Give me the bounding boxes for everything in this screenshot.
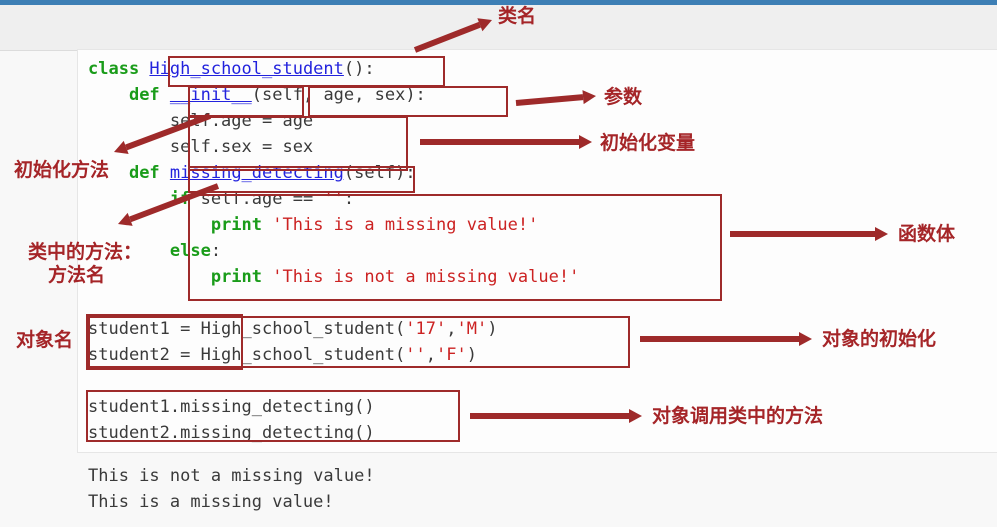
- line-print-missing: print 'This is a missing value!': [88, 212, 579, 238]
- line-call-2: student2.missing_detecting(): [88, 420, 579, 446]
- code-token: self.sex = sex: [88, 137, 314, 157]
- label-object-name: 对象名: [16, 329, 74, 351]
- code-token: student1.missing_detecting(): [88, 397, 375, 417]
- code-token: student2 = High_school_student(: [88, 345, 406, 365]
- code-token: ,: [425, 345, 437, 365]
- code-token: def: [128, 163, 170, 183]
- code-token: 'F': [436, 345, 467, 365]
- line-blank-1: [88, 290, 579, 316]
- line-self-sex: self.sex = sex: [88, 134, 579, 160]
- label-class-name: 类名: [498, 5, 537, 27]
- code-token: class: [88, 59, 150, 79]
- label-parameters: 参数: [604, 86, 643, 108]
- code-token: def: [128, 85, 170, 105]
- code-token: '': [323, 189, 344, 209]
- code-token: High_school_student: [149, 59, 344, 79]
- output-line-1: This is not a missing value!: [88, 466, 375, 486]
- code-token: print: [210, 267, 263, 287]
- code-token: (self, age, sex):: [251, 85, 426, 105]
- code-token: (self):: [343, 163, 416, 183]
- code-token: 'M': [456, 319, 488, 339]
- label-object-call: 对象调用类中的方法: [652, 405, 824, 427]
- line-print-not-missing: print 'This is not a missing value!': [88, 264, 579, 290]
- line-blank-2: [88, 368, 579, 394]
- code-token: '': [405, 345, 426, 365]
- code-token: 'This is not a missing value!': [272, 267, 580, 287]
- code-token: student2.missing_detecting(): [88, 423, 375, 443]
- label-init-method: 初始化方法: [14, 159, 110, 181]
- label-function-body: 函数体: [898, 223, 956, 245]
- code-token: student1 = High_school_student(: [88, 319, 406, 339]
- line-else: else:: [88, 238, 579, 264]
- code-token: __init__: [169, 85, 252, 105]
- code-token: missing_detecting: [169, 163, 344, 183]
- code-block: class High_school_student(): def __init_…: [88, 56, 579, 446]
- code-token: 'This is a missing value!': [272, 215, 539, 235]
- code-token: self.age ==: [190, 189, 324, 209]
- code-token: '17': [405, 319, 447, 339]
- program-output: This is not a missing value! This is a mi…: [88, 463, 375, 515]
- code-token: :: [210, 241, 222, 261]
- code-token: if: [169, 189, 191, 209]
- code-token: ): [487, 319, 498, 339]
- screenshot-root: class High_school_student(): def __init_…: [0, 0, 997, 527]
- line-student1-init: student1 = High_school_student('17','M'): [88, 316, 579, 342]
- code-token: ():: [343, 59, 375, 79]
- label-method-name: 方法名: [48, 264, 106, 286]
- line-self-age: self.age = age: [88, 108, 579, 134]
- label-object-init: 对象的初始化: [822, 328, 937, 350]
- line-method-def: def missing_detecting(self):: [88, 160, 579, 186]
- line-student2-init: student2 = High_school_student('','F'): [88, 342, 579, 368]
- line-init-def: def __init__(self, age, sex):: [88, 82, 579, 108]
- label-init-variables: 初始化变量: [600, 132, 696, 154]
- code-token: self.age = age: [88, 111, 314, 131]
- code-token: print: [210, 215, 263, 235]
- code-token: ,: [446, 319, 457, 339]
- line-if: if self.age == '':: [88, 186, 579, 212]
- output-line-2: This is a missing value!: [88, 492, 334, 512]
- code-token: ): [466, 345, 477, 365]
- label-class-method: 类中的方法：: [28, 241, 143, 263]
- code-token: else: [169, 241, 211, 261]
- line-call-1: student1.missing_detecting(): [88, 394, 579, 420]
- code-token: :: [343, 189, 355, 209]
- line-class: class High_school_student():: [88, 56, 579, 82]
